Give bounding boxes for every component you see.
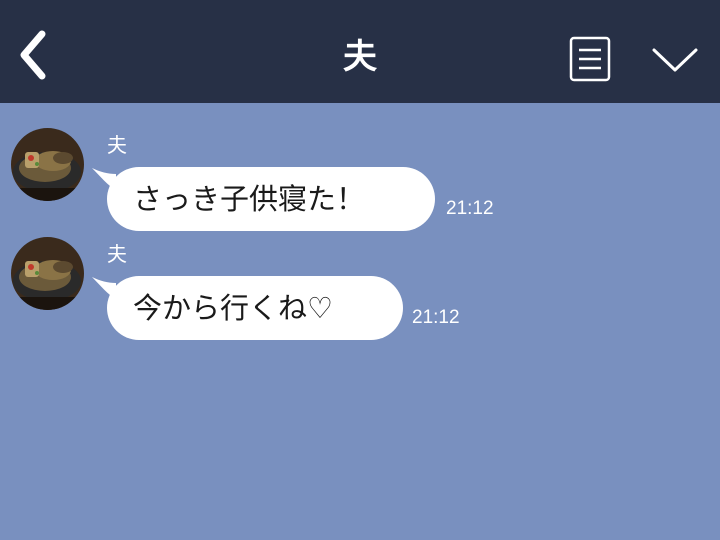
collapse-button[interactable] xyxy=(650,42,700,76)
food-photo-avatar xyxy=(11,237,84,310)
menu-button[interactable] xyxy=(568,36,612,82)
message-time: 21:12 xyxy=(446,198,494,219)
chat-title: 夫 xyxy=(343,37,377,77)
message-bubble[interactable]: さっき子供寝た！ xyxy=(107,167,435,231)
message-time: 21:12 xyxy=(412,307,460,328)
sender-name: 夫 xyxy=(107,133,127,157)
chevron-down-icon xyxy=(652,48,698,72)
menu-list-icon xyxy=(569,36,611,82)
food-photo-avatar xyxy=(11,128,84,201)
sender-avatar[interactable] xyxy=(11,128,84,201)
chat-header: 夫 xyxy=(0,0,720,103)
sender-name: 夫 xyxy=(107,242,127,266)
sender-avatar[interactable] xyxy=(11,237,84,310)
message-bubble[interactable]: 今から行くね♡ xyxy=(107,276,403,340)
